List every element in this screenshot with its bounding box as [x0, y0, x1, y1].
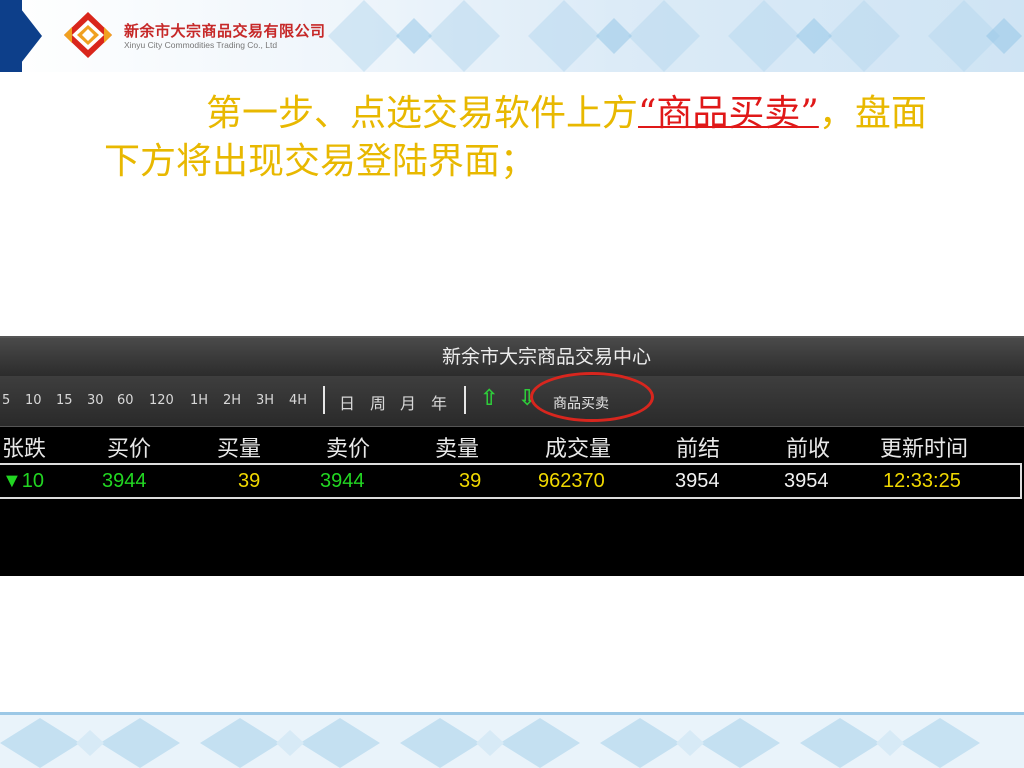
col-ask-vol: 卖量 [435, 437, 480, 462]
period-week[interactable]: 周 [370, 390, 386, 414]
period-day[interactable]: 日 [339, 390, 355, 414]
company-name-en: Xinyu City Commodities Trading Co., Ltd [124, 40, 278, 50]
period-2h[interactable]: 2H [223, 393, 241, 408]
toolbar-divider [323, 386, 325, 414]
footer-diamond-pattern [0, 712, 1024, 768]
header-blue-chevron [14, 0, 42, 72]
header-diamond-pattern [328, 0, 1022, 72]
company-logo-icon [64, 12, 112, 58]
col-change: 张跌 [2, 437, 47, 462]
instruction-highlight: “商品买卖” [638, 93, 819, 134]
app-title: 新余市大宗商品交易中心 [442, 346, 652, 368]
period-30[interactable]: 30 [87, 393, 104, 408]
instruction-text: 第一步、点选交易软件上方“商品买卖”，盘面下方将出现交易登陆界面； [104, 90, 934, 186]
col-bid-vol: 买量 [217, 437, 262, 462]
trading-app-window: 新余市大宗商品交易中心 5 10 15 30 60 120 1H 2H 3H 4… [0, 336, 1024, 576]
period-10[interactable]: 10 [25, 393, 42, 408]
col-ask: 卖价 [326, 437, 371, 462]
period-1h[interactable]: 1H [190, 393, 208, 408]
period-3h[interactable]: 3H [256, 393, 274, 408]
cell-ask: 3944 [320, 470, 365, 492]
col-update-time: 更新时间 [880, 437, 969, 462]
instruction-part1: 第一步、点选交易软件上方 [206, 93, 639, 134]
period-4h[interactable]: 4H [289, 393, 307, 408]
period-60[interactable]: 60 [117, 393, 134, 408]
cell-bid: 3944 [102, 470, 147, 492]
cell-update-time: 12:33:25 [883, 470, 961, 492]
cell-prev-settle: 3954 [675, 470, 720, 492]
period-5[interactable]: 5 [2, 393, 10, 408]
period-15[interactable]: 15 [56, 393, 73, 408]
arrow-up-icon[interactable]: ⇧ [480, 386, 498, 411]
cell-ask-vol: 39 [459, 470, 482, 492]
company-name-cn: 新余市大宗商品交易有限公司 [124, 22, 326, 40]
cell-volume: 962370 [538, 470, 605, 492]
app-title-bar: 新余市大宗商品交易中心 [0, 336, 1024, 376]
quote-table-row[interactable]: ▼10 3944 39 3944 39 962370 3954 3954 12:… [0, 463, 1022, 499]
period-month[interactable]: 月 [400, 390, 416, 414]
cell-prev-close: 3954 [784, 470, 829, 492]
cell-bid-vol: 39 [238, 470, 261, 492]
arrow-down-icon[interactable]: ⇩ [518, 386, 536, 411]
col-bid: 买价 [107, 437, 152, 462]
slide-header: 新余市大宗商品交易有限公司 Xinyu City Commodities Tra… [0, 0, 1024, 72]
period-120[interactable]: 120 [149, 393, 174, 408]
period-year[interactable]: 年 [431, 390, 447, 414]
col-prev-close: 前收 [786, 437, 831, 462]
quote-table-header: 张跌 买价 买量 卖价 卖量 成交量 前结 前收 更新时间 [0, 427, 1024, 465]
cell-change: ▼10 [2, 470, 45, 492]
commodity-trade-button[interactable]: 商品买卖 [553, 393, 609, 413]
toolbar-divider [464, 386, 466, 414]
col-volume: 成交量 [545, 437, 612, 462]
app-toolbar: 5 10 15 30 60 120 1H 2H 3H 4H 日 周 月 年 ⇧ … [0, 376, 1024, 427]
col-prev-settle: 前结 [676, 437, 721, 462]
